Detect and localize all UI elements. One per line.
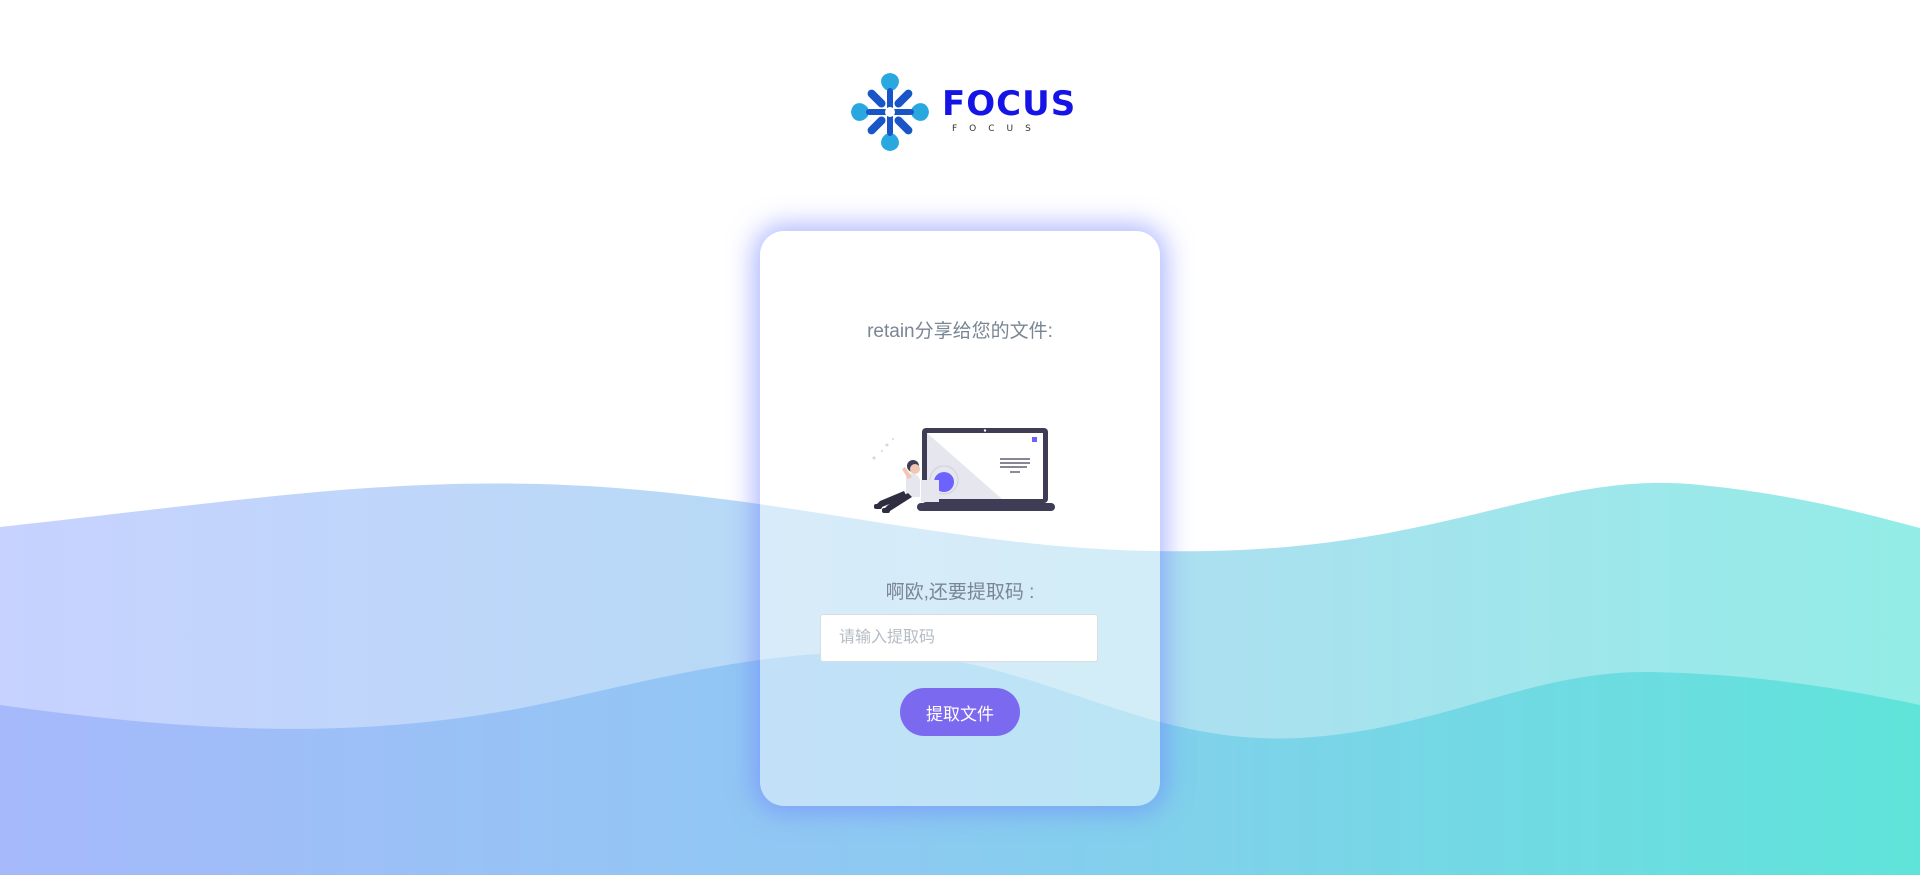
extract-file-button[interactable]: 提取文件 <box>900 688 1020 736</box>
share-heading: retain分享给您的文件: <box>867 321 1053 342</box>
logo-wordmark: FOCUS <box>942 84 1077 124</box>
focus-logo: FOCUS FOCUS <box>850 72 1075 152</box>
share-card: retain分享给您的文件: 啊欧,还要提取码: 请输入提取码 提取文件 <box>760 231 1160 806</box>
page-background: FOCUS FOCUS retain分享给您的文件: 啊欧,还要提取码: 请输… <box>0 0 1920 875</box>
extract-code-input[interactable] <box>820 614 1098 662</box>
code-prompt-label: 啊欧,还要提取码 : <box>885 582 1035 603</box>
logo-subtitle: FOCUS <box>952 124 1043 134</box>
snowflake-logo-icon <box>851 73 929 151</box>
laptop-illustration <box>872 428 1055 513</box>
